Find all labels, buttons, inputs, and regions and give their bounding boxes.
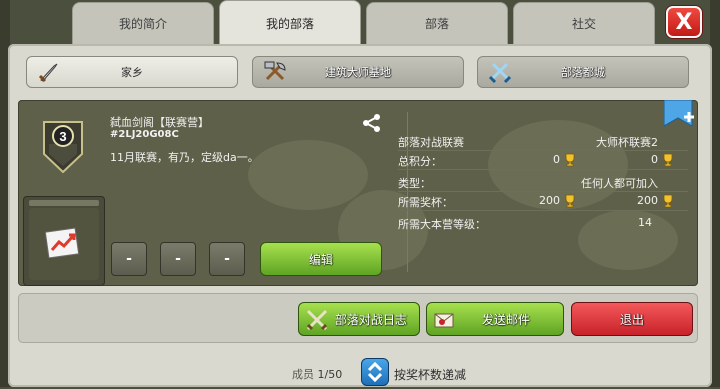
tab-label: 社交 xyxy=(571,17,596,31)
members-count: 1/50 xyxy=(317,368,343,381)
member-count: 成员 1/50 xyxy=(292,366,342,382)
row-divider xyxy=(398,150,688,151)
stat-label: 所需奖杯： xyxy=(398,196,453,209)
tile-body xyxy=(29,208,99,280)
option-toggle-2[interactable]: - xyxy=(160,242,196,276)
button-label: 发送邮件 xyxy=(481,312,530,327)
stat-required-townhall: 所需大本营等级： 14 xyxy=(398,216,688,232)
stat-label: 所需大本营等级： xyxy=(398,218,486,231)
sword-icon xyxy=(38,63,58,83)
option-toggle-3[interactable]: - xyxy=(209,242,245,276)
toggle-value: - xyxy=(224,251,230,267)
edit-label: 编辑 xyxy=(308,252,333,267)
stat-value-home: 0 xyxy=(553,153,560,166)
world-map-decoration xyxy=(248,140,368,210)
clan-tag: #2LJ20G08C xyxy=(110,129,179,140)
chart-trend-icon xyxy=(45,227,80,258)
tab-my-profile[interactable]: 我的简介 xyxy=(72,2,214,44)
tab-label: 部落 xyxy=(424,17,449,31)
members-label: 成员 xyxy=(292,368,314,381)
tab-my-clan[interactable]: 我的部落 xyxy=(219,0,361,46)
tile-header xyxy=(29,200,99,206)
clan-description: 11月联赛，有乃，定级da一。 xyxy=(110,151,259,164)
mail-icon xyxy=(434,313,454,328)
subtab-home-village[interactable]: 家乡 xyxy=(26,56,238,88)
trophy-icon xyxy=(565,194,575,208)
clan-war-stats-tile[interactable] xyxy=(23,196,105,286)
sort-label: 按奖杯数递减 xyxy=(394,368,467,382)
tab-clans[interactable]: 部落 xyxy=(366,2,508,44)
hammer-axe-icon xyxy=(264,61,286,81)
row-divider xyxy=(398,169,688,170)
crossed-swords-icon xyxy=(488,62,512,83)
trophy-icon xyxy=(663,153,673,167)
stat-required-trophies: 所需奖杯： 200 200 xyxy=(398,194,688,210)
button-label: 退出 xyxy=(619,312,644,327)
stat-type: 类型： 任何人都可加入 xyxy=(398,175,688,191)
stat-value: 任何人都可加入 xyxy=(581,177,658,190)
stat-value: 大师杯联赛2 xyxy=(596,136,658,149)
stat-league: 部落对战联赛 大师杯联赛2 xyxy=(398,134,688,150)
close-button[interactable]: X xyxy=(666,6,702,38)
edit-button[interactable]: 编辑 xyxy=(260,242,382,276)
clan-info-panel: 3 弑血剑阁【联赛营】 #2LJ20G08C 11月联赛，有乃，定级da一。 -… xyxy=(18,100,698,286)
stat-label: 类型： xyxy=(398,177,431,190)
war-log-button[interactable]: 部落对战日志 xyxy=(298,302,420,336)
option-toggle-1[interactable]: - xyxy=(111,242,147,276)
clan-name: 弑血剑阁【联赛营】 xyxy=(110,116,209,129)
stat-value-builder: 0 xyxy=(651,153,658,166)
stat-value-home: 200 xyxy=(539,194,560,207)
subtab-clan-capital[interactable]: 部落都城 xyxy=(477,56,689,88)
sort-toggle-button[interactable] xyxy=(361,358,389,386)
bookmark-add-icon[interactable] xyxy=(664,100,696,130)
sort-arrows-icon xyxy=(367,361,383,383)
toggle-value: - xyxy=(126,251,132,267)
tab-label: 我的部落 xyxy=(265,17,314,31)
clan-badge: 3 xyxy=(43,121,83,174)
tab-social[interactable]: 社交 xyxy=(513,2,655,44)
button-label: 部落对战日志 xyxy=(334,312,407,327)
row-divider xyxy=(398,210,688,211)
send-mail-button[interactable]: 发送邮件 xyxy=(426,302,564,336)
stat-value-builder: 200 xyxy=(637,194,658,207)
tab-label: 我的简介 xyxy=(118,17,167,31)
trophy-icon xyxy=(663,194,673,208)
trophy-icon xyxy=(565,153,575,167)
close-icon: X xyxy=(675,9,693,35)
leave-clan-button[interactable]: 退出 xyxy=(571,302,693,336)
stat-total-points: 总积分： 0 0 xyxy=(398,153,688,169)
row-divider xyxy=(398,191,688,192)
share-icon[interactable] xyxy=(361,112,383,134)
clan-level: 3 xyxy=(59,129,66,144)
toggle-value: - xyxy=(175,251,181,267)
crossed-swords-icon xyxy=(306,309,328,331)
stat-label: 部落对战联赛 xyxy=(398,136,464,149)
stat-value: 14 xyxy=(638,216,652,229)
subtab-builder-base[interactable]: 建筑大师基地 xyxy=(252,56,464,88)
stat-label: 总积分： xyxy=(398,155,442,168)
